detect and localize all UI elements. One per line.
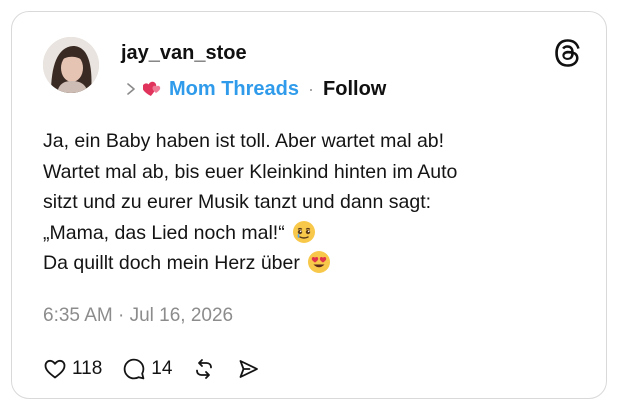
post-text: Ja, ein Baby haben ist toll. Aber wartet…	[43, 126, 603, 279]
share-button[interactable]	[236, 357, 260, 381]
post-line-with-emoji: Da quillt doch mein Herz über	[43, 248, 603, 279]
separator-dot: ·	[308, 78, 315, 99]
reply-count: 14	[151, 358, 173, 379]
post-line: sitzt und zu eurer Musik tanzt und dann …	[43, 191, 432, 213]
hearts-icon	[143, 80, 163, 98]
username[interactable]: jay_van_stoe	[121, 42, 247, 65]
avatar[interactable]	[43, 37, 99, 93]
chevron-right-icon	[125, 82, 137, 96]
like-count: 118	[72, 358, 103, 379]
post-line-text: „Mama, das Lied noch mal!“	[43, 221, 285, 244]
post-card: jay_van_stoe Mom Threads · Follow Ja, ei…	[11, 11, 607, 399]
repost-icon	[192, 357, 216, 381]
share-icon	[236, 357, 260, 381]
post-line-text: Da quillt doch mein Herz über	[43, 252, 300, 274]
follow-button[interactable]: Follow	[323, 78, 386, 101]
community-link[interactable]: Mom Threads	[169, 78, 299, 101]
post-line: Ja, ein Baby haben ist toll. Aber wartet…	[43, 130, 445, 152]
heart-eyes-emoji	[307, 250, 331, 274]
heart-icon	[43, 357, 67, 381]
comment-icon	[122, 357, 146, 381]
community-row: Mom Threads · Follow	[125, 74, 386, 104]
repost-button[interactable]	[192, 357, 216, 381]
like-button[interactable]: 118	[43, 357, 102, 381]
reply-button[interactable]: 14	[122, 357, 172, 381]
post-line: Wartet mal ab, bis euer Kleinkind hinten…	[43, 160, 458, 183]
post-line-with-emoji: „Mama, das Lied noch mal!“	[43, 218, 603, 249]
action-bar: 118 14	[43, 353, 280, 385]
post-timestamp[interactable]: 6:35 AM · Jul 16, 2026	[43, 305, 233, 327]
threads-logo-icon[interactable]	[552, 38, 582, 68]
teary-smile-emoji	[292, 220, 316, 244]
